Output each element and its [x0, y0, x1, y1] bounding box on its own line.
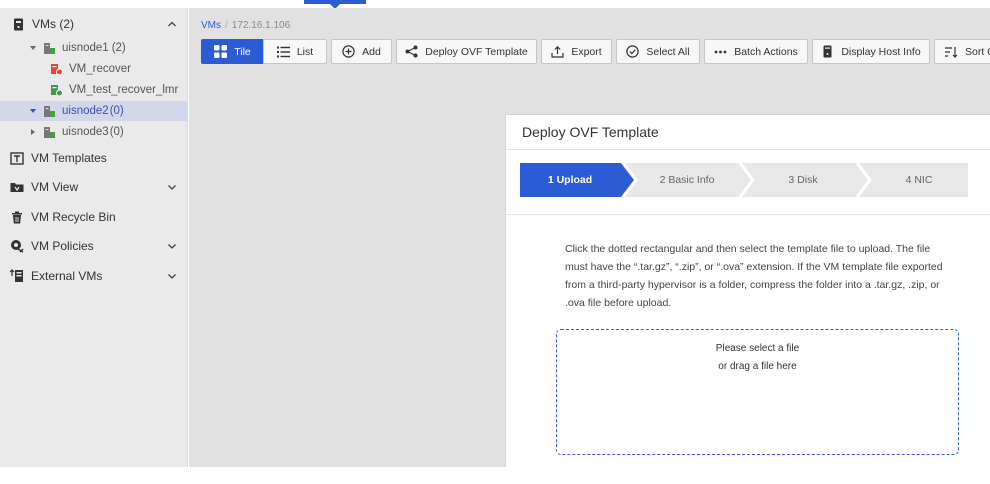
button-label: Batch Actions	[734, 45, 798, 58]
dialog-title: Deploy OVF Template	[522, 124, 659, 140]
sidebar-item-vm-recycle-bin[interactable]: VM Recycle Bin	[0, 206, 188, 228]
host-icon	[42, 125, 56, 139]
breadcrumb-current: 172.16.1.106	[231, 20, 291, 31]
tile-view-button[interactable]: Tile	[201, 39, 264, 64]
caret-down-icon[interactable]	[28, 43, 38, 53]
button-label: Select All	[646, 45, 690, 58]
host-vm-count: (0)	[109, 105, 124, 117]
sidebar-item-label: VM Policies	[31, 239, 94, 253]
add-button[interactable]: Add	[331, 39, 392, 64]
sort-button[interactable]: Sort C	[934, 39, 990, 64]
tile-icon	[214, 45, 228, 58]
sidebar-item-label: VM Recycle Bin	[31, 210, 116, 224]
chevron-down-icon[interactable]	[166, 181, 178, 193]
tree-vm-item[interactable]: VM_test_recover_lmr	[0, 80, 188, 100]
host-vm-count: (0)	[109, 126, 124, 138]
sidebar: VMs (2) uisnode1 (2) VM_recover VM_test_…	[0, 8, 188, 467]
template-icon	[10, 151, 24, 165]
dropzone-select-text: Please select a file	[715, 343, 800, 354]
tree-host-uisnode1[interactable]: uisnode1 (2)	[0, 38, 188, 58]
vm-stopped-icon	[49, 62, 63, 76]
step-nic[interactable]: 4 NIC	[870, 163, 968, 197]
wizard-steps: 1 Upload 2 Basic Info 3 Disk 4 NIC	[520, 163, 968, 197]
host-info-icon	[821, 45, 834, 58]
folder-icon	[10, 180, 24, 194]
sidebar-item-vms[interactable]: VMs (2)	[0, 14, 188, 34]
button-label: List	[296, 45, 314, 58]
breadcrumb-root-link[interactable]: VMs	[201, 20, 221, 31]
host-label: uisnode1	[62, 42, 109, 54]
plus-circle-icon	[342, 45, 355, 58]
button-label: Add	[362, 45, 381, 58]
check-circle-icon	[626, 45, 640, 58]
policy-icon	[10, 239, 24, 253]
button-label: Export	[571, 45, 602, 58]
button-label: Deploy OVF Template	[425, 45, 528, 58]
caret-down-icon[interactable]	[28, 106, 38, 116]
button-label: Sort C	[965, 45, 990, 58]
tree-vm-item[interactable]: VM_recover	[0, 59, 188, 79]
host-label: uisnode3	[62, 126, 109, 138]
step-separator	[855, 163, 872, 197]
list-icon	[276, 45, 290, 58]
sidebar-item-vm-policies[interactable]: VM Policies	[0, 235, 188, 257]
active-tab-indicator	[304, 0, 366, 9]
step-separator	[738, 163, 755, 197]
vm-icon	[11, 17, 25, 31]
external-vm-icon	[10, 269, 24, 283]
sidebar-item-external-vms[interactable]: External VMs	[0, 265, 188, 287]
tree-host-uisnode3[interactable]: uisnode3 (0)	[0, 122, 188, 142]
export-icon	[551, 45, 564, 58]
upload-instructions: Click the dotted rectangular and then se…	[565, 243, 943, 309]
chevron-up-icon[interactable]	[166, 18, 178, 30]
caret-right-icon[interactable]	[28, 127, 38, 137]
breadcrumb-separator: /	[225, 20, 228, 31]
sidebar-item-label: VM View	[31, 180, 79, 194]
chevron-down-icon[interactable]	[166, 240, 178, 252]
sidebar-item-label: External VMs	[31, 269, 103, 283]
ellipsis-icon	[714, 45, 727, 58]
sort-icon	[945, 45, 958, 58]
host-vm-count: (2)	[111, 42, 126, 54]
host-icon	[42, 41, 56, 55]
step-upload[interactable]: 1 Upload	[520, 163, 620, 197]
sidebar-item-label: VM Templates	[31, 151, 107, 165]
button-label: Tile	[234, 45, 251, 58]
vm-label: VM_recover	[69, 63, 131, 75]
divider	[506, 214, 990, 215]
sidebar-item-vm-view[interactable]: VM View	[0, 176, 188, 198]
button-label: Display Host Info	[841, 45, 921, 58]
tree-host-uisnode2[interactable]: uisnode2 (0)	[0, 101, 188, 121]
bottom-strip	[0, 467, 990, 484]
deploy-ovf-dialog: Deploy OVF Template 1 Upload 2 Basic Inf…	[505, 114, 990, 467]
deploy-ovf-button[interactable]: Deploy OVF Template	[396, 39, 537, 64]
dropzone-drag-text: or drag a file here	[718, 361, 797, 372]
file-dropzone[interactable]: Please select a file or drag a file here	[556, 329, 959, 455]
share-nodes-icon	[405, 45, 418, 58]
sidebar-item-vm-templates[interactable]: VM Templates	[0, 147, 188, 169]
host-icon	[42, 104, 56, 118]
breadcrumb: VMs /172.16.1.106	[201, 20, 290, 31]
sidebar-item-label: VMs (2)	[32, 17, 74, 31]
step-basic-info[interactable]: 2 Basic Info	[636, 163, 738, 197]
display-host-info-button[interactable]: Display Host Info	[812, 39, 930, 64]
list-view-button[interactable]: List	[263, 39, 327, 64]
export-button[interactable]: Export	[541, 39, 612, 64]
vm-label: VM_test_recover_lmr	[69, 84, 179, 96]
select-all-button[interactable]: Select All	[616, 39, 700, 64]
chevron-down-icon[interactable]	[166, 270, 178, 282]
step-disk[interactable]: 3 Disk	[753, 163, 853, 197]
trash-icon	[10, 210, 24, 224]
divider	[506, 149, 990, 150]
batch-actions-button[interactable]: Batch Actions	[704, 39, 808, 64]
host-label: uisnode2	[62, 105, 109, 117]
vm-running-icon	[49, 83, 63, 97]
